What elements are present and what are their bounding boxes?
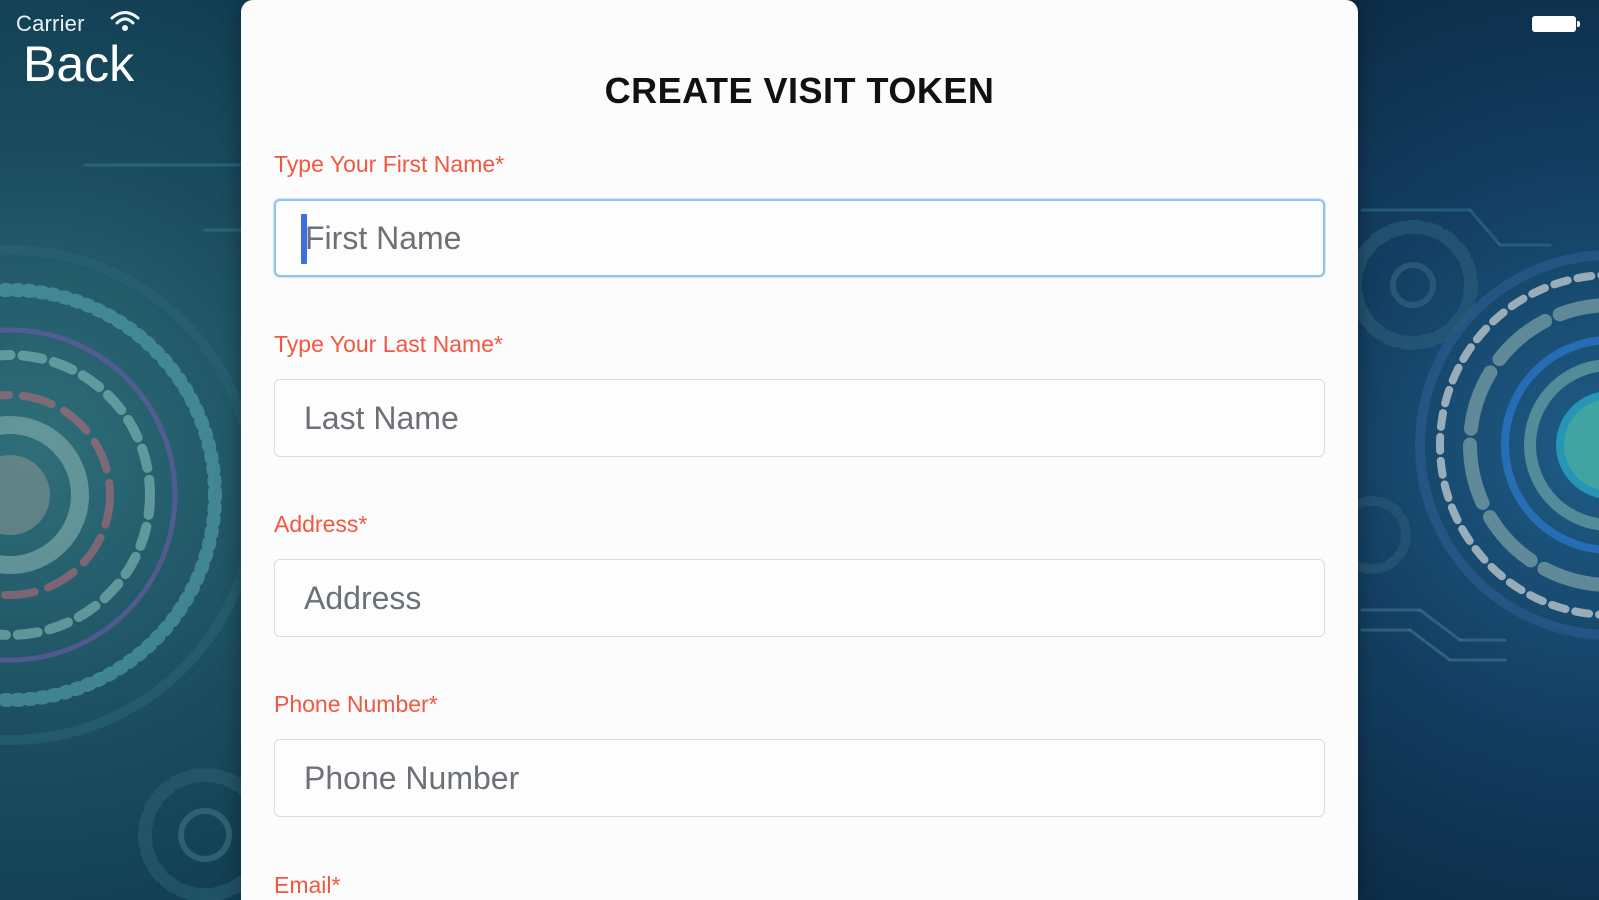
- first-name-input[interactable]: [274, 199, 1325, 277]
- wifi-icon: [110, 11, 140, 31]
- phone-number-input[interactable]: [274, 739, 1325, 817]
- address-label: Address*: [274, 511, 368, 537]
- text-cursor: [301, 214, 307, 264]
- first-name-label: Type Your First Name*: [274, 151, 505, 177]
- battery-icon: [1532, 16, 1580, 32]
- back-button[interactable]: Back: [23, 36, 134, 92]
- create-visit-token-form: CREATE VISIT TOKEN Type Your First Name*…: [241, 0, 1358, 900]
- email-label: Email*: [274, 872, 341, 898]
- last-name-label: Type Your Last Name*: [274, 331, 503, 357]
- page-title: CREATE VISIT TOKEN: [604, 70, 995, 111]
- phone-number-label: Phone Number*: [274, 691, 438, 717]
- address-input[interactable]: [274, 559, 1325, 637]
- carrier-label: Carrier: [16, 11, 85, 36]
- last-name-input[interactable]: [274, 379, 1325, 457]
